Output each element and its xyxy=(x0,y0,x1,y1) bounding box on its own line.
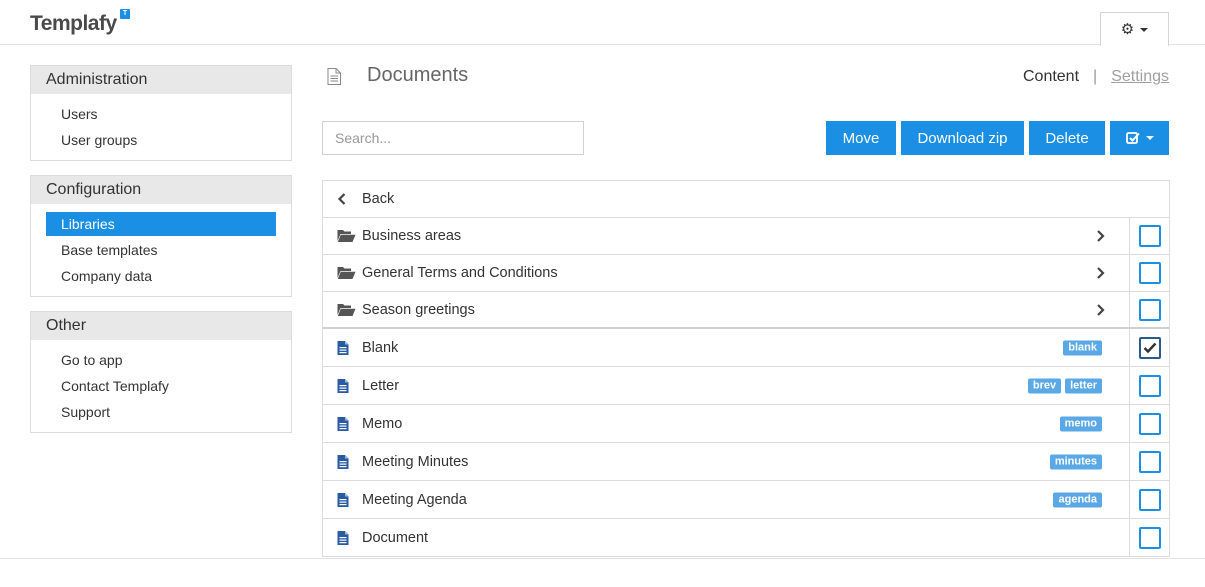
download-zip-button[interactable]: Download zip xyxy=(901,121,1024,155)
sidebar-panel-other: Other Go to app Contact Templafy Support xyxy=(30,311,292,433)
sidebar-item-users[interactable]: Users xyxy=(46,102,276,126)
panel-title-administration: Administration xyxy=(31,66,291,94)
chevron-down-icon xyxy=(1140,27,1149,32)
row-checkbox[interactable] xyxy=(1138,298,1161,321)
document-row[interactable]: Memo memo xyxy=(323,405,1169,443)
folder-row[interactable]: Business areas xyxy=(323,218,1169,255)
document-row[interactable]: Meeting Agenda agenda xyxy=(323,481,1169,519)
sidebar-item-user-groups[interactable]: User groups xyxy=(46,128,276,152)
folder-open-icon xyxy=(337,303,356,316)
tag-list: memo xyxy=(1059,416,1102,431)
row-checkbox[interactable] xyxy=(1138,374,1161,397)
row-checkbox[interactable] xyxy=(1138,336,1161,359)
panel-title-configuration: Configuration xyxy=(31,176,291,204)
view-separator: | xyxy=(1093,68,1098,85)
sidebar-item-company-data[interactable]: Company data xyxy=(46,264,276,288)
sidebar-panel-administration: Administration Users User groups xyxy=(30,65,292,161)
document-name: Memo xyxy=(362,415,403,432)
folder-name: Season greetings xyxy=(362,301,475,318)
search-input[interactable] xyxy=(322,121,584,155)
folder-open-icon xyxy=(337,230,356,242)
tag-list: agenda xyxy=(1053,492,1102,507)
sidebar-item-support[interactable]: Support xyxy=(46,400,276,424)
document-row[interactable]: Document xyxy=(323,519,1169,557)
tag-badge: agenda xyxy=(1053,492,1102,507)
document-name: Blank xyxy=(362,339,399,356)
logo-badge: T xyxy=(120,9,130,19)
word-document-icon xyxy=(337,492,349,507)
select-dropdown-button[interactable] xyxy=(1110,121,1169,155)
tag-badge: minutes xyxy=(1049,454,1102,469)
tag-badge: blank xyxy=(1063,340,1102,355)
settings-view-link[interactable]: Settings xyxy=(1111,68,1169,86)
word-document-icon xyxy=(337,416,349,431)
document-name: Meeting Minutes xyxy=(362,453,469,470)
document-name: Meeting Agenda xyxy=(362,491,467,508)
check-square-icon xyxy=(1125,132,1140,144)
checkmark-icon xyxy=(1143,342,1156,353)
tag-list: minutes xyxy=(1049,454,1102,469)
row-checkbox[interactable] xyxy=(1138,225,1161,247)
gear-icon: ⚙ xyxy=(1120,21,1135,38)
chevron-right-icon[interactable] xyxy=(1096,303,1105,316)
folder-name: Business areas xyxy=(362,228,462,244)
row-checkbox[interactable] xyxy=(1138,488,1161,511)
sidebar-item-libraries[interactable]: Libraries xyxy=(46,212,276,236)
tag-badge: brev xyxy=(1027,378,1062,393)
sidebar-item-contact-templafy[interactable]: Contact Templafy xyxy=(46,374,276,398)
chevron-down-icon xyxy=(1145,136,1154,140)
document-name: Letter xyxy=(362,377,400,394)
top-bar: Templafy T ⚙ xyxy=(0,0,1205,46)
page-title: Documents xyxy=(367,64,469,86)
folder-open-icon xyxy=(337,267,356,279)
back-label: Back xyxy=(362,191,395,207)
panel-title-other: Other xyxy=(31,312,291,340)
page-bottom-divider xyxy=(0,558,1205,559)
row-checkbox[interactable] xyxy=(1138,412,1161,435)
view-switcher: Content | Settings xyxy=(1023,68,1169,86)
content-view-link[interactable]: Content xyxy=(1023,68,1079,86)
document-row[interactable]: Meeting Minutes minutes xyxy=(323,443,1169,481)
row-checkbox[interactable] xyxy=(1138,526,1161,549)
delete-button[interactable]: Delete xyxy=(1029,121,1105,155)
tag-badge: letter xyxy=(1065,378,1102,393)
word-document-icon xyxy=(337,378,349,393)
sidebar-panel-configuration: Configuration Libraries Base templates C… xyxy=(30,175,292,297)
word-document-icon xyxy=(337,454,349,469)
document-row[interactable]: Blank blank xyxy=(323,329,1169,367)
row-checkbox[interactable] xyxy=(1138,450,1161,473)
row-checkbox[interactable] xyxy=(1138,262,1161,284)
tag-list: blank xyxy=(1063,340,1102,355)
document-list: Back Business areas General Terms and Co… xyxy=(322,180,1170,557)
templafy-logo[interactable]: Templafy xyxy=(30,12,117,36)
move-button[interactable]: Move xyxy=(826,121,896,155)
document-row[interactable]: Letter brev letter xyxy=(323,367,1169,405)
tag-badge: memo xyxy=(1059,416,1102,431)
sidebar-item-go-to-app[interactable]: Go to app xyxy=(46,348,276,372)
chevron-right-icon[interactable] xyxy=(1096,230,1105,243)
chevron-right-icon[interactable] xyxy=(1096,267,1105,280)
folder-row[interactable]: Season greetings xyxy=(323,292,1169,329)
document-name: Document xyxy=(362,529,429,546)
chevron-left-icon xyxy=(337,193,346,205)
word-document-icon xyxy=(337,530,349,545)
back-row[interactable]: Back xyxy=(323,181,1169,218)
folder-name: General Terms and Conditions xyxy=(362,265,558,281)
word-document-icon xyxy=(337,340,349,355)
folder-row[interactable]: General Terms and Conditions xyxy=(323,255,1169,292)
sidebar-item-base-templates[interactable]: Base templates xyxy=(46,238,276,262)
settings-dropdown-button[interactable]: ⚙ xyxy=(1100,12,1169,46)
document-icon xyxy=(327,68,341,85)
tag-list: brev letter xyxy=(1027,378,1102,393)
